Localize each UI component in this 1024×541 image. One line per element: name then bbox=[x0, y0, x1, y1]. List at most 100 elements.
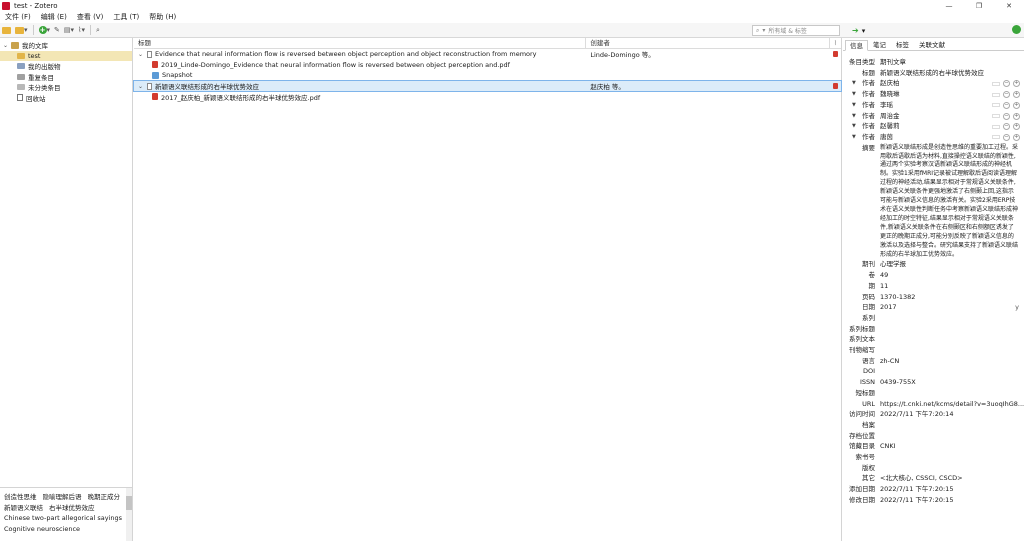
new-collection-button[interactable] bbox=[0, 24, 13, 36]
creator-type-label[interactable]: 作者 bbox=[843, 111, 879, 122]
collection-unfiled[interactable]: 未分类条目 bbox=[0, 82, 132, 93]
swap-name-icon[interactable] bbox=[992, 92, 1000, 97]
tab-info[interactable]: 信息 bbox=[845, 40, 868, 51]
title-value[interactable]: 新颖语义联结形成的右半球优势效应 bbox=[879, 68, 1024, 79]
creator-type-dropdown-icon[interactable]: ▼ bbox=[852, 132, 856, 143]
loc-in-archive-value[interactable] bbox=[879, 431, 1024, 442]
add-creator-icon[interactable]: + bbox=[1013, 112, 1020, 120]
volume-value[interactable]: 49 bbox=[879, 270, 1024, 281]
creator-type-dropdown-icon[interactable]: ▼ bbox=[852, 121, 856, 132]
chevron-down-icon[interactable]: ⌄ bbox=[3, 42, 9, 49]
collection-my-publications[interactable]: 我的出版物 bbox=[0, 61, 132, 72]
add-creator-icon[interactable]: + bbox=[1013, 133, 1020, 141]
collection-duplicates[interactable]: 重复条目 bbox=[0, 72, 132, 83]
call-number-value[interactable] bbox=[879, 452, 1024, 463]
short-title-value[interactable] bbox=[879, 388, 1024, 399]
url-value[interactable]: https://t.cnki.net/kcms/detail?v=3uoqIhG… bbox=[879, 399, 1024, 410]
chevron-down-icon[interactable]: ⌄ bbox=[138, 83, 143, 90]
tag-item[interactable]: 晚期正成分 bbox=[88, 491, 121, 501]
chevron-down-icon[interactable]: ⌄ bbox=[138, 51, 143, 58]
abstract-value[interactable]: 新颖语义联结形成是创造性思维的重要加工过程。采用歇后语歇后语为材料,直接操控语义… bbox=[879, 143, 1024, 260]
pages-value[interactable]: 1370-1382 bbox=[879, 292, 1024, 303]
collection-my-library[interactable]: ⌄ 我的文库 bbox=[0, 40, 132, 51]
scrollbar-thumb[interactable] bbox=[126, 496, 132, 510]
remove-creator-icon[interactable]: − bbox=[1003, 101, 1010, 109]
item-type-value[interactable]: 期刊文章 bbox=[879, 57, 1024, 68]
extra-value[interactable]: <北大核心, CSSCI, CSCD> bbox=[879, 473, 1024, 484]
tag-scrollbar[interactable] bbox=[126, 488, 132, 541]
accessed-value[interactable]: 2022/7/11 下午7:20:14 bbox=[879, 409, 1024, 420]
table-row[interactable]: 2019_Linde-Domingo_Evidence that neural … bbox=[134, 60, 841, 71]
tag-item[interactable]: Cognitive neuroscience bbox=[4, 525, 80, 533]
menu-view[interactable]: 查看 (V) bbox=[72, 12, 108, 22]
library-catalog-value[interactable]: CNKI bbox=[879, 441, 1024, 452]
creator-type-dropdown-icon[interactable]: ▼ bbox=[852, 100, 856, 111]
table-row[interactable]: Snapshot bbox=[134, 70, 841, 81]
table-row[interactable]: 2017_赵庆柏_新颖语义联结形成的右半球优势效应.pdf bbox=[134, 91, 841, 102]
add-creator-icon[interactable]: + bbox=[1013, 101, 1020, 109]
table-row[interactable]: ⌄ Evidence that neural information flow … bbox=[134, 49, 841, 60]
creator-type-dropdown-icon[interactable]: ▼ bbox=[852, 78, 856, 89]
menu-tools[interactable]: 工具 (T) bbox=[108, 12, 144, 22]
tag-item[interactable]: 创造性思维 bbox=[4, 491, 37, 501]
advanced-search-button[interactable]: ⌕ bbox=[94, 24, 102, 36]
swap-name-icon[interactable] bbox=[992, 81, 1000, 86]
minimize-button[interactable]: — bbox=[934, 0, 964, 11]
series-title-value[interactable] bbox=[879, 324, 1024, 335]
archive-value[interactable] bbox=[879, 420, 1024, 431]
add-attachment-button[interactable]: ⌇ ▾ bbox=[76, 24, 87, 36]
maximize-button[interactable]: ❐ bbox=[964, 0, 994, 11]
doi-value[interactable] bbox=[879, 366, 1024, 377]
date-value[interactable]: 2017 bbox=[879, 302, 1024, 313]
tab-related[interactable]: 关联文献 bbox=[914, 39, 950, 50]
new-note-button[interactable]: ▤ ▾ bbox=[62, 24, 76, 36]
add-by-identifier-button[interactable]: ✎ bbox=[52, 24, 62, 36]
collection-trash[interactable]: 回收站 bbox=[0, 93, 132, 104]
creator-type-dropdown-icon[interactable]: ▼ bbox=[852, 111, 856, 122]
menu-help[interactable]: 帮助 (H) bbox=[144, 12, 181, 22]
new-library-button[interactable]: ▾ bbox=[13, 24, 30, 36]
remove-creator-icon[interactable]: − bbox=[1003, 91, 1010, 99]
tag-item[interactable]: 右半球优势效应 bbox=[49, 502, 95, 512]
tab-notes[interactable]: 笔记 bbox=[868, 39, 891, 50]
locate-button[interactable]: ➔ bbox=[852, 26, 859, 35]
tag-item[interactable]: 隐喻理解后语 bbox=[43, 491, 82, 501]
column-header-attachments[interactable]: ⌇ bbox=[830, 39, 841, 47]
remove-creator-icon[interactable]: − bbox=[1003, 133, 1010, 141]
swap-name-icon[interactable] bbox=[992, 103, 1000, 108]
creator-type-label[interactable]: 作者 bbox=[843, 78, 879, 89]
sync-icon[interactable] bbox=[1012, 25, 1021, 34]
swap-name-icon[interactable] bbox=[992, 135, 1000, 140]
publication-value[interactable]: 心理学报 bbox=[879, 259, 1024, 270]
issn-value[interactable]: 0439-755X bbox=[879, 377, 1024, 388]
creator-type-label[interactable]: 作者 bbox=[843, 121, 879, 132]
menu-edit[interactable]: 编辑 (E) bbox=[36, 12, 72, 22]
series-text-value[interactable] bbox=[879, 334, 1024, 345]
collection-test[interactable]: test bbox=[0, 50, 132, 61]
menu-file[interactable]: 文件 (F) bbox=[0, 12, 36, 22]
tag-item[interactable]: Chinese two-part allegorical sayings bbox=[4, 514, 122, 522]
series-value[interactable] bbox=[879, 313, 1024, 324]
add-creator-icon[interactable]: + bbox=[1013, 80, 1020, 88]
journal-abbr-value[interactable] bbox=[879, 345, 1024, 356]
issue-value[interactable]: 11 bbox=[879, 281, 1024, 292]
close-button[interactable]: ✕ bbox=[994, 0, 1024, 11]
new-item-button[interactable]: + ▾ bbox=[37, 24, 53, 36]
remove-creator-icon[interactable]: − bbox=[1003, 112, 1010, 120]
language-value[interactable]: zh-CN bbox=[879, 356, 1024, 367]
field-label[interactable]: URL bbox=[843, 399, 879, 410]
column-header-creator[interactable]: 创建者 bbox=[586, 37, 831, 49]
table-row[interactable]: ⌄ 新颖语义联结形成的右半球优势效应 赵庆柏 等。 bbox=[133, 79, 842, 93]
tag-item[interactable]: 新颖语义联结 bbox=[4, 502, 43, 512]
add-creator-icon[interactable]: + bbox=[1013, 123, 1020, 131]
remove-creator-icon[interactable]: − bbox=[1003, 80, 1010, 88]
creator-type-label[interactable]: 作者 bbox=[843, 132, 879, 143]
creator-type-label[interactable]: 作者 bbox=[843, 100, 879, 111]
creator-type-dropdown-icon[interactable]: ▼ bbox=[852, 89, 856, 100]
rights-value[interactable] bbox=[879, 463, 1024, 474]
creator-type-label[interactable]: 作者 bbox=[843, 89, 879, 100]
swap-name-icon[interactable] bbox=[992, 114, 1000, 119]
tab-tags[interactable]: 标签 bbox=[891, 39, 914, 50]
column-header-title[interactable]: 标题 bbox=[134, 37, 587, 49]
swap-name-icon[interactable] bbox=[992, 124, 1000, 129]
